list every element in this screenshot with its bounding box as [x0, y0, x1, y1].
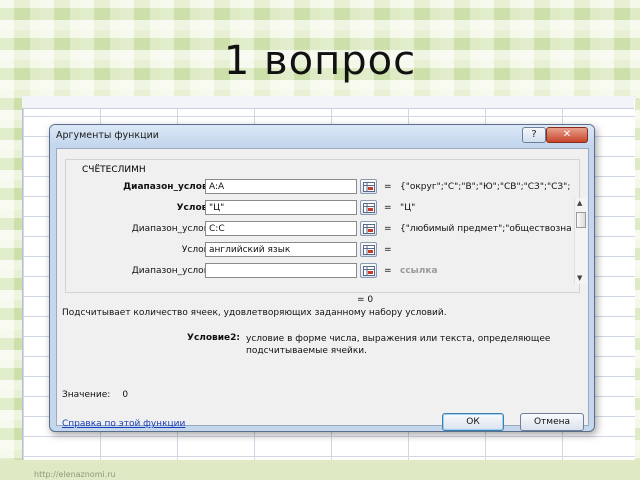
arg-input-criteria1[interactable]: "Ц" [205, 200, 357, 215]
scroll-thumb[interactable] [576, 212, 586, 228]
formula-result: = 0 [357, 295, 374, 305]
range-select-icon [363, 182, 375, 192]
function-description: Подсчитывает количество ячеек, удовлетво… [62, 308, 447, 318]
arg-label-range1: Диапазон_условия1 [123, 182, 226, 192]
arg-label-range3: Диапазон_условия3 [131, 266, 226, 276]
value-result: 0 [122, 390, 129, 400]
arg-label-criteria2: Условие2 [181, 245, 226, 255]
arg-result-criteria1: "Ц" [400, 203, 416, 213]
scroll-up-icon[interactable]: ▲ [577, 199, 582, 207]
close-button[interactable]: ✕ [546, 127, 588, 143]
value-label: Значение: [62, 390, 111, 400]
collapse-dialog-button-5[interactable] [360, 263, 377, 278]
function-help-link[interactable]: Справка по этой функции [62, 419, 185, 429]
arg-equals-4: = [384, 245, 392, 255]
arguments-group: СЧЁТЕСЛИМН Диапазон_условия1 A:A = {"окр… [65, 159, 587, 293]
arg-result-range3: ссылка [400, 266, 438, 276]
arg-equals-3: = [384, 224, 392, 234]
dialog-title: Аргументы функции [56, 130, 159, 141]
range-select-icon [363, 203, 375, 213]
arguments-scrollbar[interactable]: ▲ ▼ [574, 198, 587, 284]
arg-label-range2: Диапазон_условия2 [131, 224, 226, 234]
collapse-dialog-button-1[interactable] [360, 179, 377, 194]
argument-detail-text: условие в форме числа, выражения или тек… [246, 334, 551, 356]
collapse-dialog-button-4[interactable] [360, 242, 377, 257]
range-select-icon [363, 266, 375, 276]
arg-equals-2: = [384, 203, 392, 213]
arg-input-range3[interactable] [205, 263, 357, 278]
arg-input-range1[interactable]: A:A [205, 179, 357, 194]
function-name: СЧЁТЕСЛИМН [80, 165, 148, 175]
spreadsheet-header [22, 96, 634, 109]
arg-label-criteria1: Условие1 [176, 203, 226, 213]
argument-detail-label: Условие2: [187, 333, 241, 343]
arg-equals-1: = [384, 182, 392, 192]
dialog-titlebar[interactable]: Аргументы функции ? ✕ [50, 125, 594, 147]
collapse-dialog-button-3[interactable] [360, 221, 377, 236]
slide-title: 1 вопрос [223, 38, 417, 84]
arg-equals-5: = [384, 266, 392, 276]
arg-result-range2: {"любимый предмет";"обществозна [400, 224, 572, 234]
ok-button[interactable]: ОК [442, 413, 504, 431]
watermark: http://elenaznomi.ru [34, 470, 116, 479]
range-select-icon [363, 245, 375, 255]
dialog-body: СЧЁТЕСЛИМН Диапазон_условия1 A:A = {"окр… [56, 148, 589, 431]
arg-input-criteria2[interactable]: английский язык [205, 242, 357, 257]
value-line: Значение: 0 [62, 390, 128, 400]
scroll-down-icon[interactable]: ▼ [577, 274, 582, 282]
collapse-dialog-button-2[interactable] [360, 200, 377, 215]
help-button[interactable]: ? [522, 127, 546, 143]
arg-result-range1: {"округ";"С";"В";"Ю";"СВ";"СЗ";"СЗ"; [400, 182, 571, 192]
function-arguments-dialog: Аргументы функции ? ✕ СЧЁТЕСЛИМН Диапазо… [49, 124, 595, 432]
range-select-icon [363, 224, 375, 234]
arg-input-range2[interactable]: C:C [205, 221, 357, 236]
cancel-button[interactable]: Отмена [520, 413, 584, 431]
